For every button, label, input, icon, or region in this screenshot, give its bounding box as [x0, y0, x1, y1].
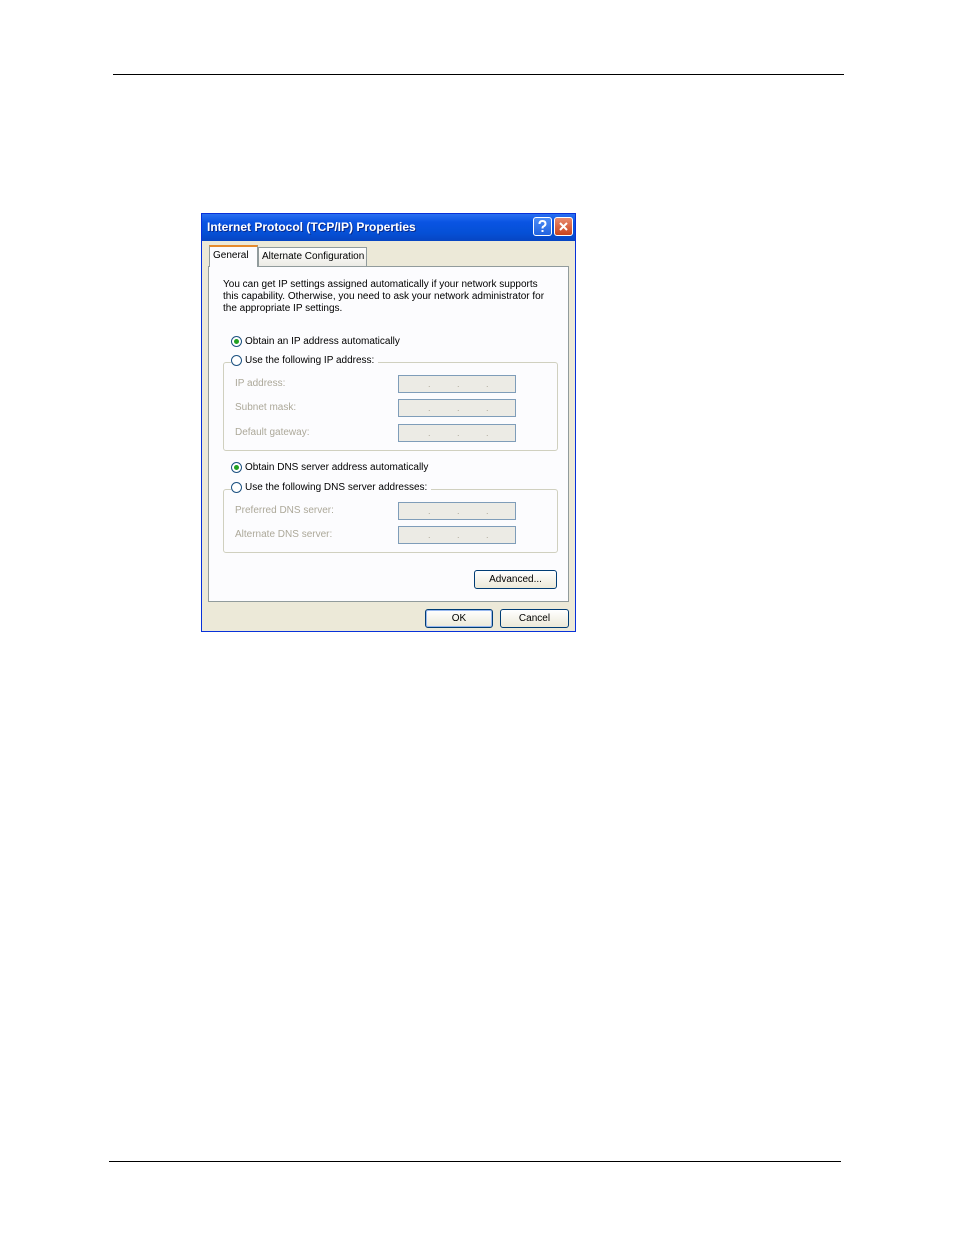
- obtain-dns-auto-option[interactable]: Obtain DNS server address automatically: [231, 462, 428, 473]
- ip-address-input: ...: [398, 375, 516, 393]
- ip-dot: .: [486, 428, 489, 438]
- ip-dot: .: [428, 403, 431, 413]
- tcpip-properties-dialog: Internet Protocol (TCP/IP) Properties Ge…: [201, 213, 576, 632]
- title-bar[interactable]: Internet Protocol (TCP/IP) Properties: [202, 214, 575, 241]
- ip-dot: .: [428, 428, 431, 438]
- alternate-dns-input: ...: [398, 526, 516, 544]
- ip-dot: .: [486, 403, 489, 413]
- ip-dot: .: [457, 379, 460, 389]
- close-icon: [559, 222, 568, 231]
- dialog-title: Internet Protocol (TCP/IP) Properties: [207, 220, 416, 234]
- tab-general[interactable]: General: [209, 245, 258, 267]
- subnet-mask-input: ...: [398, 399, 516, 417]
- ip-address-label: IP address:: [235, 378, 286, 389]
- use-following-dns-label: Use the following DNS server addresses:: [245, 482, 428, 493]
- ip-dot: .: [486, 506, 489, 516]
- use-following-dns-radio[interactable]: [231, 482, 242, 493]
- obtain-ip-auto-label: Obtain an IP address automatically: [245, 336, 400, 347]
- help-button[interactable]: [533, 217, 552, 236]
- footer-rule: [109, 1161, 841, 1162]
- use-following-ip-radio[interactable]: [231, 355, 242, 366]
- default-gateway-input: ...: [398, 424, 516, 442]
- ip-dot: .: [457, 506, 460, 516]
- preferred-dns-input: ...: [398, 502, 516, 520]
- question-mark-icon: [538, 220, 547, 232]
- ip-dot: .: [457, 428, 460, 438]
- ip-dot: .: [428, 379, 431, 389]
- use-following-ip-option[interactable]: Use the following IP address:: [231, 355, 379, 366]
- alternate-dns-label: Alternate DNS server:: [235, 529, 333, 540]
- subnet-mask-label: Subnet mask:: [235, 402, 297, 413]
- general-tab-panel: You can get IP settings assigned automat…: [208, 266, 569, 602]
- ip-dot: .: [486, 379, 489, 389]
- cancel-button[interactable]: Cancel: [500, 609, 569, 628]
- ip-dot: .: [457, 403, 460, 413]
- header-rule: [113, 74, 844, 75]
- tab-alternate-configuration[interactable]: Alternate Configuration: [258, 247, 367, 266]
- ip-dot: .: [486, 530, 489, 540]
- obtain-dns-auto-label: Obtain DNS server address automatically: [245, 462, 429, 473]
- ip-dot: .: [428, 506, 431, 516]
- obtain-dns-auto-radio[interactable]: [231, 462, 242, 473]
- advanced-button[interactable]: Advanced...: [474, 570, 557, 589]
- close-button[interactable]: [554, 217, 573, 236]
- ok-button[interactable]: OK: [425, 609, 493, 628]
- description-text: You can get IP settings assigned automat…: [223, 279, 545, 314]
- obtain-ip-auto-option[interactable]: Obtain an IP address automatically: [231, 336, 400, 347]
- use-following-ip-label: Use the following IP address:: [245, 355, 375, 366]
- default-gateway-label: Default gateway:: [235, 427, 310, 438]
- ip-dot: .: [428, 530, 431, 540]
- ip-dot: .: [457, 530, 460, 540]
- obtain-ip-auto-radio[interactable]: [231, 336, 242, 347]
- use-following-dns-option[interactable]: Use the following DNS server addresses:: [231, 482, 432, 493]
- preferred-dns-label: Preferred DNS server:: [235, 505, 334, 516]
